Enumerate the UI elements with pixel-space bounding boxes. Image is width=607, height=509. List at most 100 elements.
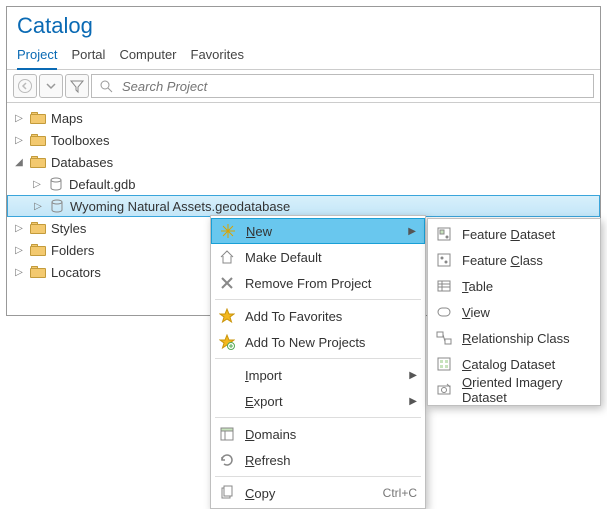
menu-item[interactable]: Add To New Projects [211,329,425,355]
tree-item[interactable]: ▷ Default.gdb [7,173,600,195]
arrow-left-icon [17,78,33,94]
back-button[interactable] [13,74,37,98]
tree-item-label: Wyoming Natural Assets.geodatabase [70,199,290,214]
menu-item-label: Catalog Dataset [462,357,592,372]
tab-computer[interactable]: Computer [119,43,176,69]
folder-icon [29,132,47,148]
menu-item-label: Domains [245,427,417,442]
tab-project[interactable]: Project [17,43,57,70]
menu-item[interactable]: Make Default [211,244,425,270]
tab-favorites[interactable]: Favorites [191,43,244,69]
menu-item[interactable]: Catalog Dataset [428,351,600,377]
filter-icon [69,78,85,94]
menu-item-label: Oriented Imagery Dataset [462,375,592,405]
menu-item-label: Feature Class [462,253,592,268]
view-icon [434,302,454,322]
tree-item-label: Default.gdb [69,177,136,192]
menu-separator [215,476,421,477]
folder-icon [29,154,47,170]
caret-right-icon[interactable]: ▷ [13,223,25,234]
menu-item[interactable]: Relationship Class [428,325,600,351]
oriented-imagery-icon [434,380,454,400]
menu-item-label: New [246,224,400,239]
star-icon [217,306,237,326]
filter-button[interactable] [65,74,89,98]
menu-item[interactable]: New ▶ [211,218,425,244]
feature-class-icon [434,250,454,270]
menu-item-label: Export [245,394,401,409]
menu-item[interactable]: Import ▶ [211,362,425,388]
star-plus-icon [217,332,237,352]
panel-title: Catalog [7,7,600,39]
tree-item[interactable]: ▷ Maps [7,107,600,129]
tab-bar: Project Portal Computer Favorites [7,39,600,70]
menu-item[interactable]: Feature Class [428,247,600,273]
menu-item[interactable]: Add To Favorites [211,303,425,329]
table-icon [434,276,454,296]
menu-item-label: Remove From Project [245,276,417,291]
tree-item-label: Toolboxes [51,133,110,148]
caret-right-icon[interactable]: ▷ [31,179,43,190]
submenu-arrow-icon: ▶ [409,370,417,381]
menu-item[interactable]: Refresh [211,447,425,473]
toolbar [7,70,600,103]
tree-item[interactable]: ▷ Toolboxes [7,129,600,151]
tree-item-label: Styles [51,221,86,236]
folder-icon [29,242,47,258]
geodatabase-icon [48,198,66,214]
domains-icon [217,424,237,444]
menu-item[interactable]: View [428,299,600,325]
menu-item-label: Import [245,368,401,383]
menu-item[interactable]: Export ▶ [211,388,425,414]
feature-dataset-icon [434,224,454,244]
menu-item-label: Refresh [245,453,417,468]
menu-separator [215,417,421,418]
menu-item[interactable]: Table [428,273,600,299]
submenu-arrow-icon: ▶ [409,396,417,407]
menu-item-shortcut: Ctrl+C [383,486,417,500]
copy-icon [217,483,237,503]
caret-right-icon[interactable]: ▷ [32,201,44,212]
folder-icon [29,110,47,126]
menu-item-label: Add To New Projects [245,335,417,350]
tree-item-label: Maps [51,111,83,126]
tab-portal[interactable]: Portal [71,43,105,69]
menu-item-label: View [462,305,592,320]
submenu-new: Feature Dataset Feature Class Table View Rel… [427,218,601,406]
tree-item-label: Locators [51,265,101,280]
menu-item-label: Relationship Class [462,331,592,346]
menu-item-label: Feature Dataset [462,227,592,242]
refresh-icon [217,450,237,470]
caret-right-icon[interactable]: ▷ [13,113,25,124]
search-icon [98,78,114,94]
home-icon [217,247,237,267]
relationship-icon [434,328,454,348]
menu-separator [215,299,421,300]
history-dropdown[interactable] [39,74,63,98]
caret-right-icon[interactable]: ▷ [13,135,25,146]
menu-item[interactable]: Domains [211,421,425,447]
menu-item[interactable]: Copy Ctrl+C [211,480,425,506]
menu-item-label: Copy [245,486,375,501]
menu-item[interactable]: Feature Dataset [428,221,600,247]
catalog-dataset-icon [434,354,454,374]
tree-item-label: Folders [51,243,94,258]
blank-icon [217,365,237,385]
context-menu: New ▶ Make Default Remove From Project Add T… [210,215,426,509]
caret-right-icon[interactable]: ▷ [13,267,25,278]
tree-item[interactable]: ◢Databases [7,151,600,173]
caret-right-icon[interactable]: ▷ [13,245,25,256]
search-input[interactable] [120,78,587,95]
menu-item[interactable]: Oriented Imagery Dataset [428,377,600,403]
folder-icon [29,264,47,280]
menu-item-label: Table [462,279,592,294]
caret-down-icon[interactable]: ◢ [13,157,25,168]
search-box[interactable] [91,74,594,98]
menu-item-label: Make Default [245,250,417,265]
menu-item[interactable]: Remove From Project [211,270,425,296]
geodatabase-icon [47,176,65,192]
tree-item[interactable]: ▷ Wyoming Natural Assets.geodatabase [7,195,600,217]
folder-icon [29,220,47,236]
submenu-arrow-icon: ▶ [408,226,416,237]
chevron-down-icon [43,78,59,94]
